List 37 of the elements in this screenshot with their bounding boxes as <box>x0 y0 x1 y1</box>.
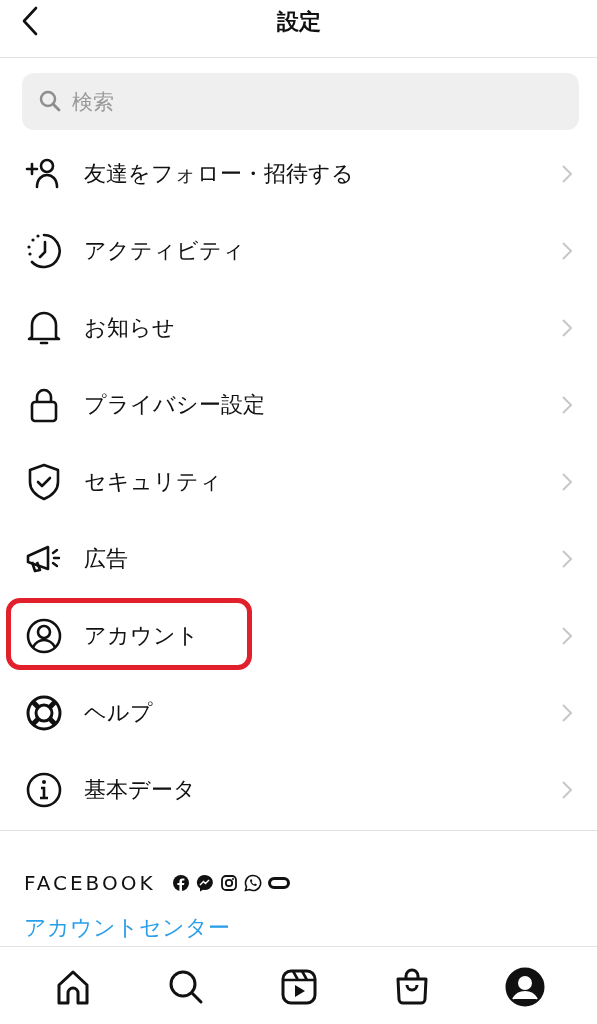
round-logo-icon <box>171 874 190 892</box>
chevron-right-icon <box>561 394 573 415</box>
chevron-right-icon <box>561 779 573 800</box>
menu-item[interactable]: 広告 <box>0 520 597 597</box>
menu-item[interactable]: お知らせ <box>0 289 597 366</box>
menu-label: 広告 <box>84 544 129 573</box>
menu-label: アカウント <box>84 621 200 650</box>
menu-label: お知らせ <box>84 313 176 342</box>
chat-bubble-icon <box>195 874 214 892</box>
page-title: 設定 <box>276 7 321 36</box>
back-icon[interactable] <box>22 6 38 36</box>
profile-icon[interactable] <box>504 967 545 1007</box>
menu-label: アクティビティ <box>84 236 246 265</box>
menu-item[interactable]: ヘルプ <box>0 674 597 751</box>
menu-label: セキュリティ <box>84 467 223 496</box>
menu-label: プライバシー設定 <box>84 390 266 419</box>
menu-item[interactable]: プライバシー設定 <box>0 366 597 443</box>
chevron-right-icon <box>561 702 573 723</box>
menu-item[interactable]: アカウント <box>0 597 597 674</box>
pill-icon <box>267 874 290 892</box>
section-heading: FACEBOOK <box>24 871 156 895</box>
menu-item[interactable]: セキュリティ <box>0 443 597 520</box>
phone-bubble-icon <box>243 874 262 892</box>
menu-item[interactable]: 基本データ <box>0 751 597 828</box>
menu-label: 友達をフォロー・招待する <box>84 159 355 188</box>
chevron-right-icon <box>561 163 573 184</box>
chevron-right-icon <box>561 625 573 646</box>
menu-item[interactable]: アクティビティ <box>0 212 597 289</box>
chevron-right-icon <box>561 240 573 261</box>
chevron-right-icon <box>561 548 573 569</box>
menu-item[interactable]: 友達をフォロー・招待する <box>0 135 597 212</box>
menu-label: ヘルプ <box>84 698 154 727</box>
chevron-right-icon <box>561 317 573 338</box>
search-field[interactable]: 検索 <box>22 73 579 130</box>
chevron-right-icon <box>561 471 573 492</box>
camera-icon <box>219 874 238 892</box>
menu-label: 基本データ <box>84 775 197 804</box>
